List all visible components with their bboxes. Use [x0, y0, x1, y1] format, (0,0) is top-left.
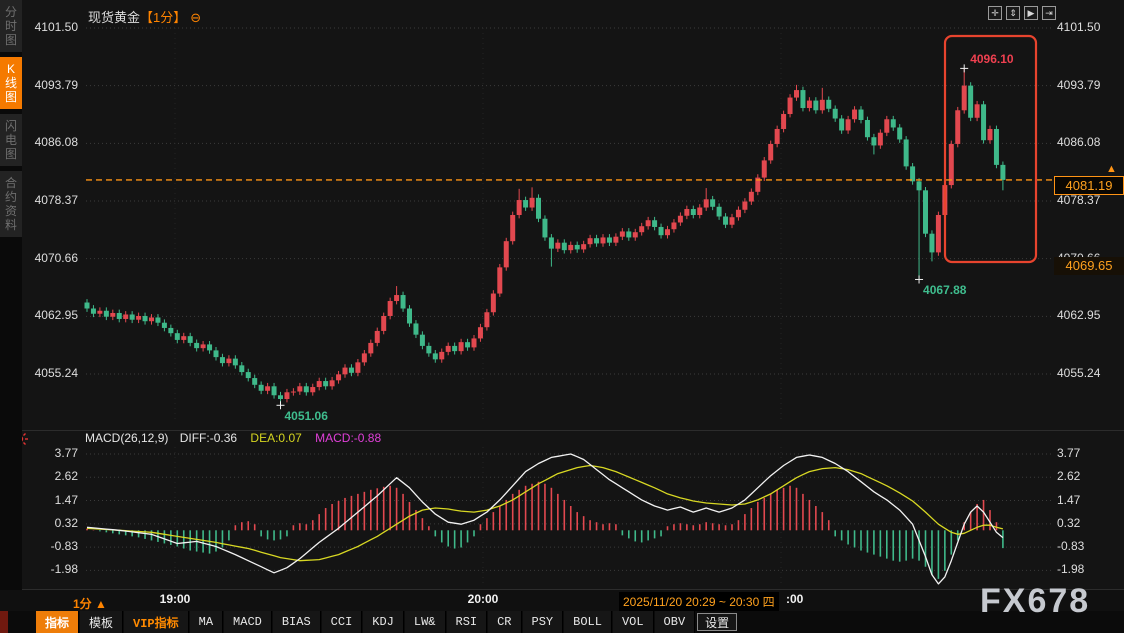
macd-header: MACD(26,12,9) DIFF:-0.36 DEA:0.07 MACD:-… — [85, 431, 381, 445]
period-selector[interactable]: 1分 ▲ — [73, 595, 107, 612]
macd-dea-value: DEA:0.07 — [250, 431, 301, 445]
toolbar-item-14[interactable]: OBV — [655, 611, 696, 633]
macd-params: MACD(26,12,9) — [85, 431, 168, 445]
zoom-out-icon[interactable]: ⊖ — [190, 10, 201, 25]
price-tick-right: 4093.79 — [1057, 78, 1100, 92]
reference-price-badge: 4069.65 — [1054, 257, 1124, 275]
price-tick-left: 4055.24 — [20, 366, 78, 380]
macd-tick-left: 3.77 — [20, 446, 78, 460]
toolbar-item-12[interactable]: BOLL — [564, 611, 612, 633]
spike-low-price-label: 4067.88 — [923, 283, 966, 297]
highlight-annotation-box[interactable] — [945, 36, 1036, 262]
price-tick-right: 4062.95 — [1057, 308, 1100, 322]
price-tick-left: 4093.79 — [20, 78, 78, 92]
low-price-label: 4051.06 — [285, 409, 328, 423]
price-tick-left: 4078.37 — [20, 193, 78, 207]
toolbar-item-8[interactable]: LW& — [405, 611, 446, 633]
high-price-label: 4096.10 — [970, 52, 1013, 66]
macd-diff-value: DIFF:-0.36 — [180, 431, 237, 445]
go-to-latest-icon[interactable]: ⇥ — [1042, 6, 1056, 20]
macd-tick-right: 0.32 — [1057, 516, 1080, 530]
sidebar-tab-2[interactable]: 闪电图 — [0, 114, 22, 166]
fx678-watermark: FX678 — [980, 582, 1090, 621]
toolbar-item-3[interactable]: MA — [190, 611, 223, 633]
trading-chart-app: 分时图 K线图闪电图合约资料 现货黄金【1分】 ⊖ ✛ ⇕ ▶ ⇥ MACD(26,12,… — [0, 0, 1124, 633]
macd-hist-value: MACD:-0.88 — [315, 431, 381, 445]
toolbar-item-4[interactable]: MACD — [224, 611, 272, 633]
chart-canvas[interactable] — [0, 0, 1124, 633]
price-tick-right: 4101.50 — [1057, 20, 1100, 34]
price-tick-left: 4101.50 — [20, 20, 78, 34]
chart-tools: ✛ ⇕ ▶ ⇥ — [988, 6, 1056, 20]
sidebar-tab-0[interactable]: 分时图 — [0, 0, 22, 52]
macd-tick-right: 3.77 — [1057, 446, 1080, 460]
autoplay-icon[interactable]: ▶ — [1024, 6, 1038, 20]
time-tick: 19:00 — [160, 592, 191, 606]
toolbar-item-2[interactable]: VIP指标 — [124, 611, 189, 633]
price-tick-right: 4055.24 — [1057, 366, 1100, 380]
price-tick-left: 4070.66 — [20, 251, 78, 265]
macd-tick-right: -1.98 — [1057, 562, 1084, 576]
symbol-name: 现货黄金 — [88, 10, 140, 25]
toolbar-item-13[interactable]: VOL — [613, 611, 654, 633]
chart-type-sidebar: 分时图 K线图闪电图合约资料 — [0, 0, 22, 590]
indicator-toolbar: 指标模板VIP指标MAMACDBIASCCIKDJLW&RSICRPSYBOLL… — [0, 611, 1124, 633]
macd-tick-right: -0.83 — [1057, 539, 1084, 553]
hour-tick-partial: :00 — [786, 592, 803, 606]
macd-tick-left: -0.83 — [20, 539, 78, 553]
toolbar-item-0[interactable]: 指标 — [36, 611, 79, 633]
macd-tick-left: -1.98 — [20, 562, 78, 576]
toolbar-item-1[interactable]: 模板 — [80, 611, 123, 633]
macd-tick-right: 2.62 — [1057, 469, 1080, 483]
macd-tick-left: 1.47 — [20, 493, 78, 507]
crosshair-date-range: 2025/11/20 20:29 ~ 20:30 四 — [619, 592, 779, 611]
toolbar-item-5[interactable]: BIAS — [273, 611, 321, 633]
period-tag: 【1分】 — [140, 10, 186, 25]
price-tick-right: 4086.08 — [1057, 135, 1100, 149]
macd-tick-left: 0.32 — [20, 516, 78, 530]
chart-title: 现货黄金【1分】 ⊖ — [88, 7, 201, 26]
macd-tick-right: 1.47 — [1057, 493, 1080, 507]
last-price-badge: 4081.19 — [1054, 176, 1124, 195]
price-tick-left: 4086.08 — [20, 135, 78, 149]
sidebar-tab-1[interactable]: K线图 — [0, 57, 22, 109]
fit-vertical-icon[interactable]: ⇕ — [1006, 6, 1020, 20]
macd-tick-left: 2.62 — [20, 469, 78, 483]
toolbar-notch — [0, 611, 8, 633]
toolbar-item-7[interactable]: KDJ — [363, 611, 404, 633]
crosshair-move-icon[interactable]: ✛ — [988, 6, 1002, 20]
toolbar-item-15[interactable]: 设置 — [697, 613, 737, 631]
sidebar-tab-3[interactable]: 合约资料 — [0, 171, 22, 237]
price-arrow-icon: ▲ — [1106, 163, 1117, 175]
toolbar-item-9[interactable]: RSI — [447, 611, 488, 633]
price-tick-left: 4062.95 — [20, 308, 78, 322]
toolbar-item-10[interactable]: CR — [488, 611, 521, 633]
time-tick: 20:00 — [468, 592, 499, 606]
toolbar-item-11[interactable]: PSY — [523, 611, 564, 633]
price-tick-right: 4078.37 — [1057, 193, 1100, 207]
toolbar-item-6[interactable]: CCI — [322, 611, 363, 633]
